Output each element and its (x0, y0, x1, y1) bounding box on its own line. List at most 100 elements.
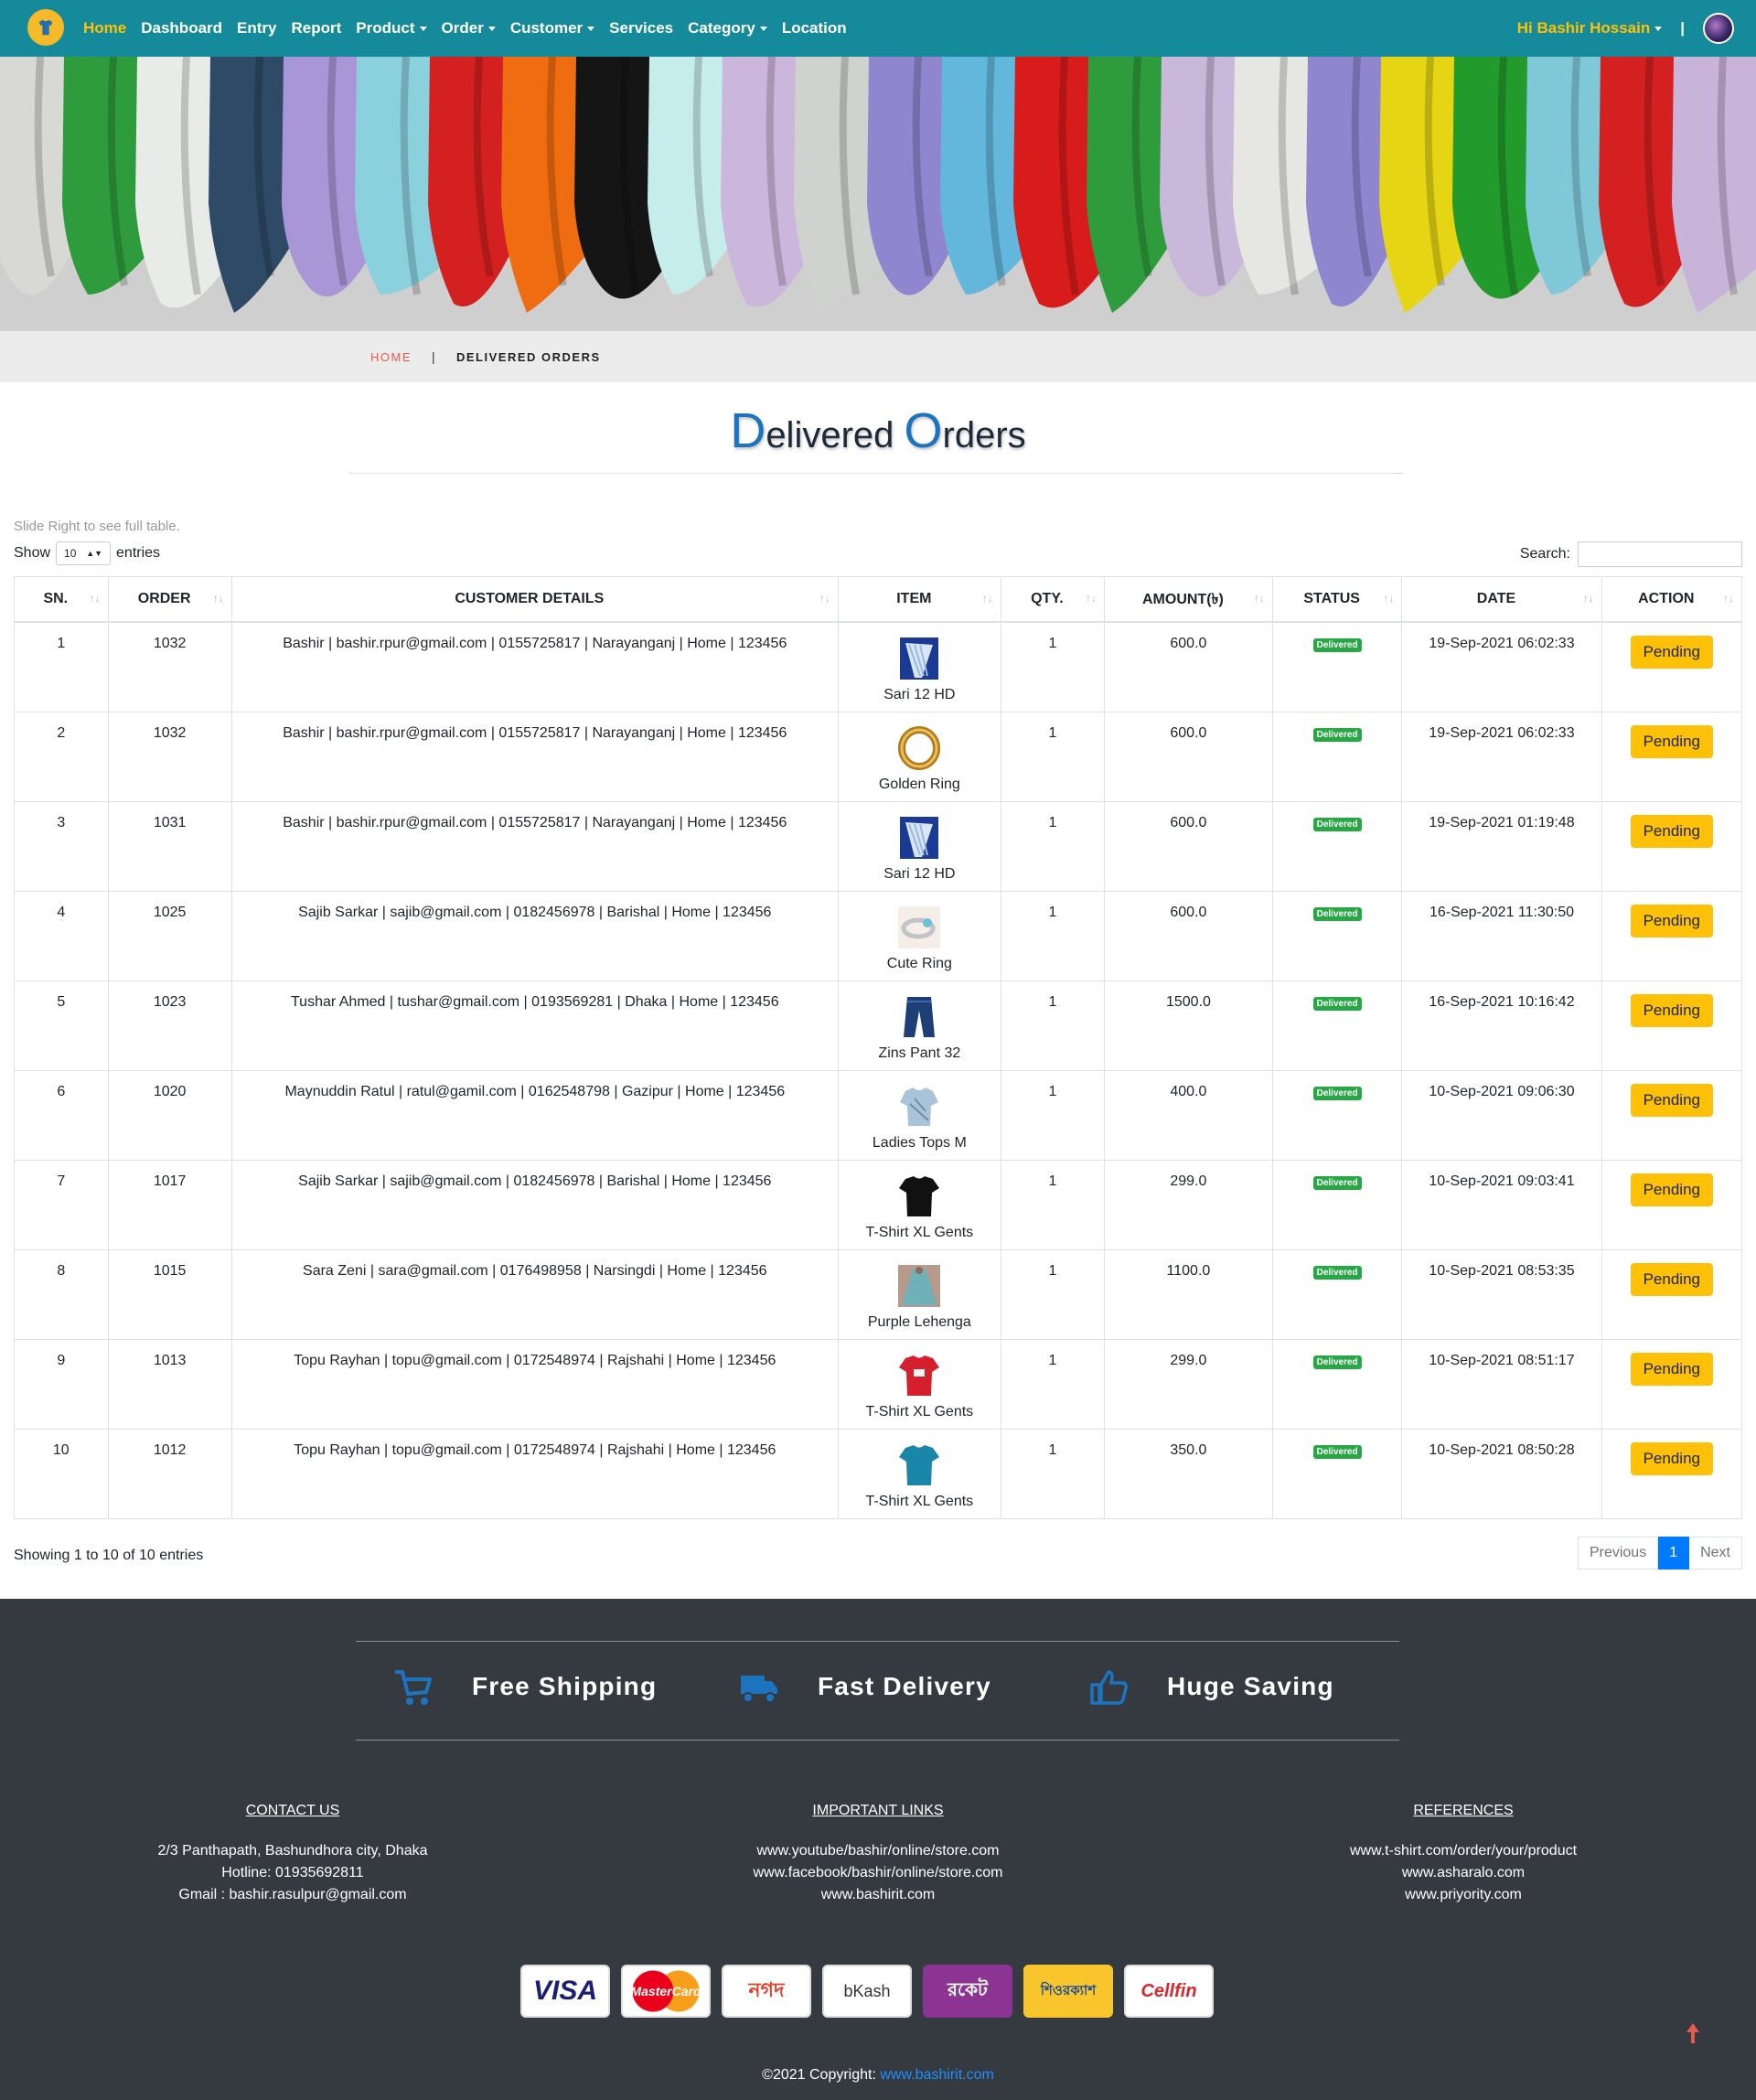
user-menu[interactable]: Hi Bashir Hossain (1517, 19, 1663, 38)
cell-item: Cute Ring (837, 890, 1001, 981)
nav-item-report[interactable]: Report (292, 19, 342, 38)
nav-item-home[interactable]: Home (83, 19, 126, 38)
table-row: 5 1023 Tushar Ahmed | tushar@gmail.com | 0… (14, 980, 1743, 1071)
feature-fast-delivery: Fast Delivery (737, 1665, 991, 1709)
link-youtube[interactable]: www.youtube/bashir/online/store.com (622, 1840, 1134, 1862)
pending-button[interactable]: Pending (1630, 1262, 1713, 1296)
reference-link[interactable]: www.t-shirt.com/order/your/product (1207, 1840, 1719, 1862)
cell-action: Pending (1601, 980, 1743, 1071)
column-header-action[interactable]: ACTION ↑↓ (1601, 576, 1743, 623)
scroll-to-top-button[interactable] (1685, 2021, 1701, 2050)
pending-button[interactable]: Pending (1630, 724, 1713, 758)
cell-order: 1015 (107, 1248, 232, 1340)
cell-status: Delivered (1271, 1428, 1403, 1519)
link-website[interactable]: www.bashirit.com (622, 1884, 1134, 1906)
cell-amount: 299.0 (1103, 1338, 1273, 1430)
pagination: Previous 1 Next (1577, 1537, 1742, 1570)
column-header-order[interactable]: ORDER ↑↓ (107, 576, 232, 623)
cell-date: 16-Sep-2021 10:16:42 (1401, 980, 1602, 1071)
table-search: Search: (1520, 541, 1742, 567)
cell-date: 19-Sep-2021 01:19:48 (1401, 800, 1602, 892)
nav-separator: | (1680, 19, 1685, 37)
cell-qty: 1 (1000, 621, 1105, 712)
pending-button[interactable]: Pending (1630, 904, 1713, 938)
chevron-down-icon (1654, 27, 1663, 32)
cell-customer-details: Sara Zeni | sara@gmail.com | 0176498958 … (230, 1248, 839, 1340)
cell-status: Delivered (1271, 621, 1403, 712)
pending-button[interactable]: Pending (1630, 1173, 1713, 1206)
copyright-link[interactable]: www.bashirit.com (880, 2067, 993, 2083)
breadcrumb-current: DELIVERED ORDERS (456, 349, 601, 364)
feature-label: Fast Delivery (818, 1672, 991, 1700)
nav-item-customer[interactable]: Customer (510, 19, 595, 38)
table-row: 8 1015 Sara Zeni | sara@gmail.com | 017649… (14, 1248, 1743, 1340)
link-facebook[interactable]: www.facebook/bashir/online/store.com (622, 1862, 1134, 1884)
pending-button[interactable]: Pending (1630, 1441, 1713, 1475)
column-header-qty[interactable]: QTY. ↑↓ (1000, 576, 1105, 623)
logo[interactable] (27, 9, 64, 46)
cell-item: Zins Pant 32 (837, 980, 1001, 1071)
breadcrumb-separator: | (432, 349, 435, 364)
column-header-label: QTY. (1031, 591, 1064, 606)
nav-item-order[interactable]: Order (442, 19, 496, 38)
column-header-date[interactable]: DATE ↑↓ (1401, 576, 1602, 623)
pending-button[interactable]: Pending (1630, 1352, 1713, 1386)
sort-icon: ↑↓ (1253, 592, 1265, 605)
item-name: T-Shirt XL Gents (865, 1224, 974, 1240)
nav-item-dashboard[interactable]: Dashboard (141, 19, 222, 38)
previous-page-button[interactable]: Previous (1577, 1537, 1659, 1570)
search-input[interactable] (1578, 541, 1742, 567)
pending-button[interactable]: Pending (1630, 993, 1713, 1027)
sari-icon (900, 816, 939, 859)
table-body: 1 1032 Bashir | bashir.rpur@gmail.com | 01… (14, 621, 1743, 1519)
nav-item-entry[interactable]: Entry (237, 19, 276, 38)
reference-link[interactable]: www.priyority.com (1207, 1884, 1719, 1906)
cell-customer-details: Sajib Sarkar | sajib@gmail.com | 0182456… (230, 1159, 839, 1250)
table-row: 10 1012 Topu Rayhan | topu@gmail.com | 017… (14, 1428, 1743, 1519)
nav-item-label: Services (609, 19, 674, 37)
column-header-customer-details[interactable]: CUSTOMER DETAILS ↑↓ (230, 576, 839, 623)
tshirt-teal-icon (899, 1444, 940, 1485)
cell-amount: 350.0 (1103, 1428, 1273, 1519)
mastercard-logo: MasterCard (621, 1965, 711, 2018)
column-header-amount[interactable]: AMOUNT(৳) ↑↓ (1103, 576, 1273, 623)
table-row: 2 1032 Bashir | bashir.rpur@gmail.com | 01… (14, 711, 1743, 802)
status-badge: Delivered (1312, 1444, 1362, 1459)
pending-button[interactable]: Pending (1630, 636, 1713, 669)
column-header-label: DATE (1476, 591, 1516, 606)
column-header-sn[interactable]: SN. ↑↓ (14, 576, 109, 623)
cell-action: Pending (1601, 1069, 1743, 1161)
column-header-status[interactable]: STATUS ↑↓ (1271, 576, 1403, 623)
cell-status: Delivered (1271, 711, 1403, 802)
reference-link[interactable]: www.asharalo.com (1207, 1862, 1719, 1884)
nav-item-product[interactable]: Product (356, 19, 427, 38)
cell-date: 10-Sep-2021 08:51:17 (1401, 1338, 1602, 1430)
page-1-button[interactable]: 1 (1658, 1537, 1690, 1570)
cell-order: 1025 (107, 890, 232, 981)
pending-button[interactable]: Pending (1630, 1083, 1713, 1117)
cell-sn: 10 (14, 1428, 109, 1519)
pending-button[interactable]: Pending (1630, 814, 1713, 848)
cell-sn: 5 (14, 980, 109, 1071)
sort-icon: ↑↓ (1582, 592, 1594, 605)
page-size-select[interactable]: 10 ▲▼ (56, 541, 112, 565)
next-page-button[interactable]: Next (1689, 1537, 1742, 1570)
cell-status: Delivered (1271, 800, 1403, 892)
cell-qty: 1 (1000, 1248, 1105, 1340)
bkash-logo: bKash (822, 1965, 912, 2018)
hero-clothes-image (0, 57, 1756, 331)
cell-amount: 600.0 (1103, 621, 1273, 712)
nav-item-location[interactable]: Location (782, 19, 847, 38)
ring-icon (898, 725, 941, 770)
nav-item-category[interactable]: Category (688, 19, 767, 38)
table-row: 6 1020 Maynuddin Ratul | ratul@gamil.com |… (14, 1069, 1743, 1161)
nav-item-label: Report (291, 19, 342, 37)
cell-amount: 600.0 (1103, 800, 1273, 892)
lehenga-icon (898, 1264, 941, 1307)
column-header-item[interactable]: ITEM ↑↓ (837, 576, 1001, 623)
nav-item-services[interactable]: Services (609, 19, 673, 38)
status-badge: Delivered (1312, 1086, 1362, 1100)
status-badge: Delivered (1312, 1175, 1362, 1190)
breadcrumb-home-link[interactable]: HOME (370, 350, 412, 364)
avatar[interactable] (1703, 13, 1734, 44)
